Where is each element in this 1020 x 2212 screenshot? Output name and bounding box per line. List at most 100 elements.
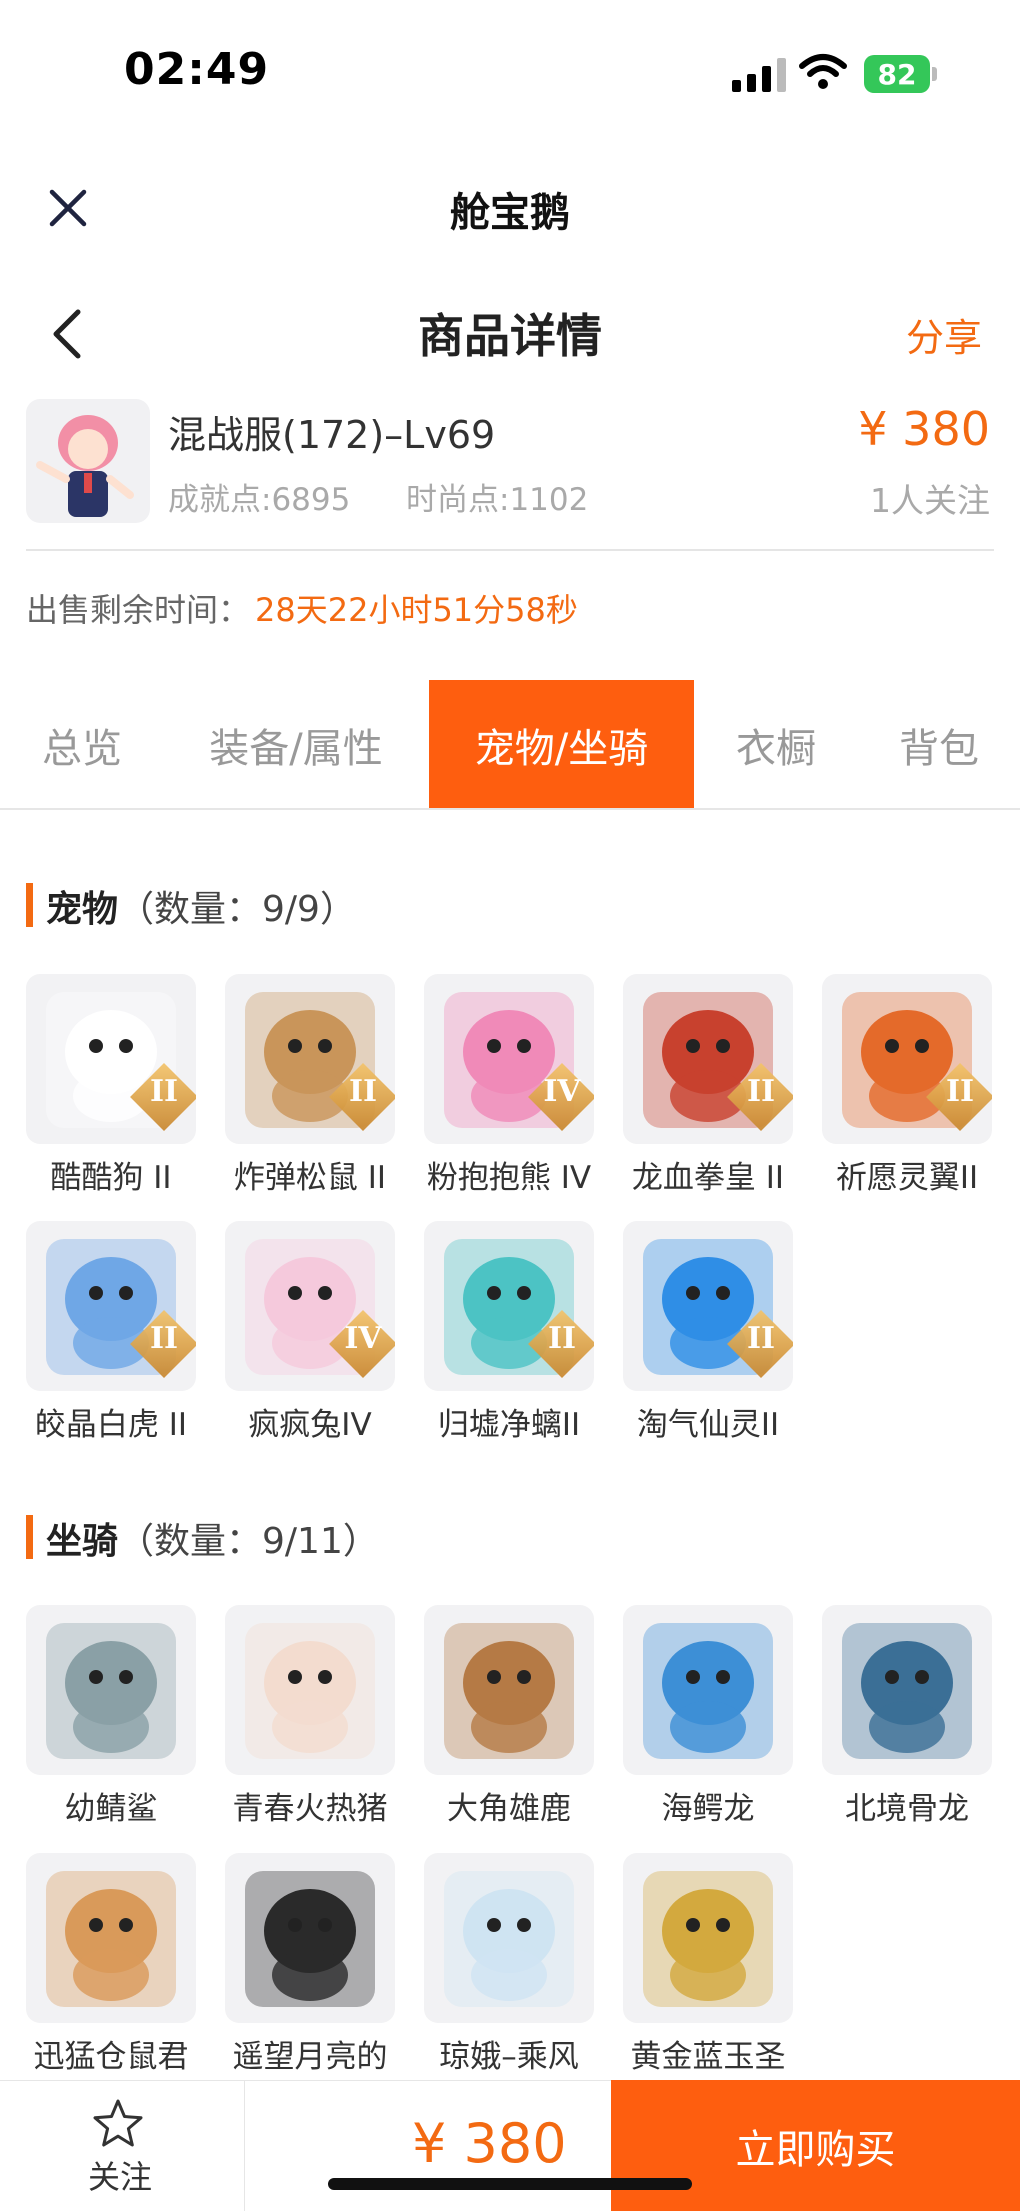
star-icon[interactable]: [91, 2098, 145, 2150]
mounts-item[interactable]: 青春火热猪: [225, 1605, 395, 1828]
mounts-thumbnail: [225, 1853, 395, 2023]
buy-now-button[interactable]: 立即购买: [611, 2080, 1020, 2211]
mounts-count: （数量：9/11）: [118, 1521, 379, 1562]
mounts-item[interactable]: 大角雄鹿: [424, 1605, 594, 1828]
tab-wardrobe[interactable]: 衣橱: [694, 680, 858, 810]
tier-badge-label: II: [945, 1074, 975, 1109]
pets-thumbnail: IV: [225, 1221, 395, 1391]
pets-name: 酷酷狗 II: [50, 1160, 172, 1196]
pets-thumbnail: II: [225, 974, 395, 1144]
remaining-time-value: 28天22小时51分58秒: [255, 591, 578, 629]
tab-backpack[interactable]: 背包: [858, 680, 1020, 810]
mounts-thumbnail: [424, 1605, 594, 1775]
pets-name: 疯疯兔IV: [248, 1407, 372, 1443]
mounts-section-title: 坐骑（数量：9/11）: [46, 1512, 379, 1564]
pets-thumbnail: II: [424, 1221, 594, 1391]
pets-section-title: 宠物（数量：9/9）: [46, 880, 356, 932]
pets-item[interactable]: IV 疯疯兔IV: [225, 1221, 395, 1444]
mounts-thumbnail: [225, 1605, 395, 1775]
tier-badge-label: II: [149, 1074, 179, 1109]
mounts-thumbnail: [623, 1605, 793, 1775]
pets-item[interactable]: II 酷酷狗 II: [26, 974, 196, 1197]
pets-item[interactable]: II 祈愿灵翼II: [822, 974, 992, 1197]
pets-thumbnail: II: [26, 974, 196, 1144]
mounts-item[interactable]: 幼鲭鲨: [26, 1605, 196, 1828]
divider: [244, 2080, 245, 2211]
mounts-name: 遥望月亮的: [232, 2039, 388, 2075]
pets-name: 皎晶白虎 II: [34, 1407, 188, 1443]
achievement-points: 成就点:6895: [168, 482, 351, 518]
pets-item[interactable]: II 炸弹松鼠 II: [225, 974, 395, 1197]
tier-badge-label: IV: [543, 1074, 581, 1109]
pets-thumbnail: II: [623, 1221, 793, 1391]
mounts-name: 北境骨龙: [845, 1791, 969, 1827]
mounts-item[interactable]: 海鳄龙: [623, 1605, 793, 1828]
character-avatar: [26, 399, 150, 523]
battery-tip: [932, 67, 937, 81]
tier-badge-label: II: [348, 1074, 378, 1109]
remaining-time-label: 出售剩余时间：: [26, 591, 251, 629]
pets-thumbnail: II: [623, 974, 793, 1144]
follower-count: 1人关注: [870, 481, 990, 520]
mounts-item[interactable]: 琼娥–乘风: [424, 1853, 594, 2076]
tier-badge-label: IV: [344, 1321, 382, 1356]
mounts-title: 坐骑: [46, 1521, 119, 1562]
mounts-item[interactable]: 遥望月亮的: [225, 1853, 395, 2076]
tab-pets-mounts[interactable]: 宠物/坐骑: [429, 680, 694, 810]
mounts-name: 琼娥–乘风: [439, 2039, 579, 2075]
status-time: 02:49: [124, 44, 270, 95]
pets-title: 宠物: [46, 889, 119, 930]
pets-name: 祈愿灵翼II: [835, 1160, 979, 1196]
tier-badge-label: II: [149, 1321, 179, 1356]
mounts-item[interactable]: 黄金蓝玉圣: [623, 1853, 793, 2076]
mounts-name: 大角雄鹿: [447, 1791, 571, 1827]
follow-button[interactable]: 关注: [88, 2152, 152, 2198]
pets-item[interactable]: IV 粉抱抱熊 IV: [424, 974, 594, 1197]
fashion-points: 时尚点:1102: [406, 482, 589, 518]
mounts-name: 海鳄龙: [661, 1791, 755, 1827]
section-marker: [26, 883, 33, 927]
product-name: 混战服(172)–Lv69: [168, 413, 496, 457]
product-price: ¥ 380: [858, 402, 990, 456]
tabs-divider: [0, 808, 1020, 810]
divider: [26, 549, 994, 551]
pets-item[interactable]: II 龙血拳皇 II: [623, 974, 793, 1197]
mounts-thumbnail: [822, 1605, 992, 1775]
pets-item[interactable]: II 归墟净螭II: [424, 1221, 594, 1444]
mounts-name: 幼鲭鲨: [64, 1791, 158, 1827]
tier-badge-label: II: [746, 1074, 776, 1109]
home-indicator: [328, 2178, 692, 2190]
wifi-icon: [799, 54, 847, 89]
pets-thumbnail: II: [822, 974, 992, 1144]
bottom-price: ¥ 380: [412, 2112, 567, 2175]
mounts-name: 青春火热猪: [232, 1791, 388, 1827]
pets-thumbnail: IV: [424, 974, 594, 1144]
tier-badge-label: II: [547, 1321, 577, 1356]
pets-name: 粉抱抱熊 IV: [426, 1160, 592, 1196]
pets-thumbnail: II: [26, 1221, 196, 1391]
mounts-item[interactable]: 迅猛仓鼠君: [26, 1853, 196, 2076]
pets-name: 龙血拳皇 II: [631, 1160, 785, 1196]
battery-icon: 82: [864, 55, 930, 93]
mounts-thumbnail: [26, 1605, 196, 1775]
mounts-item[interactable]: 北境骨龙: [822, 1605, 992, 1828]
mounts-thumbnail: [623, 1853, 793, 2023]
cellular-signal-icon: [732, 56, 786, 92]
pets-item[interactable]: II 皎晶白虎 II: [26, 1221, 196, 1444]
share-button[interactable]: 分享: [906, 307, 982, 362]
pets-count: （数量：9/9）: [118, 889, 356, 930]
section-marker: [26, 1515, 33, 1559]
mounts-name: 黄金蓝玉圣: [630, 2039, 786, 2075]
detail-tabs: 总览 装备/属性 宠物/坐骑 衣橱 背包: [0, 680, 1020, 810]
mounts-thumbnail: [26, 1853, 196, 2023]
tab-overview[interactable]: 总览: [0, 680, 164, 810]
pets-item[interactable]: II 淘气仙灵II: [623, 1221, 793, 1444]
pets-name: 归墟净螭II: [437, 1407, 581, 1443]
app-title: 舱宝鹅: [450, 190, 570, 236]
tab-equipment[interactable]: 装备/属性: [164, 680, 428, 810]
mounts-name: 迅猛仓鼠君: [33, 2039, 189, 2075]
pets-name: 淘气仙灵II: [636, 1407, 780, 1443]
pets-name: 炸弹松鼠 II: [233, 1160, 387, 1196]
page-title: 商品详情: [418, 309, 602, 363]
tier-badge-label: II: [746, 1321, 776, 1356]
